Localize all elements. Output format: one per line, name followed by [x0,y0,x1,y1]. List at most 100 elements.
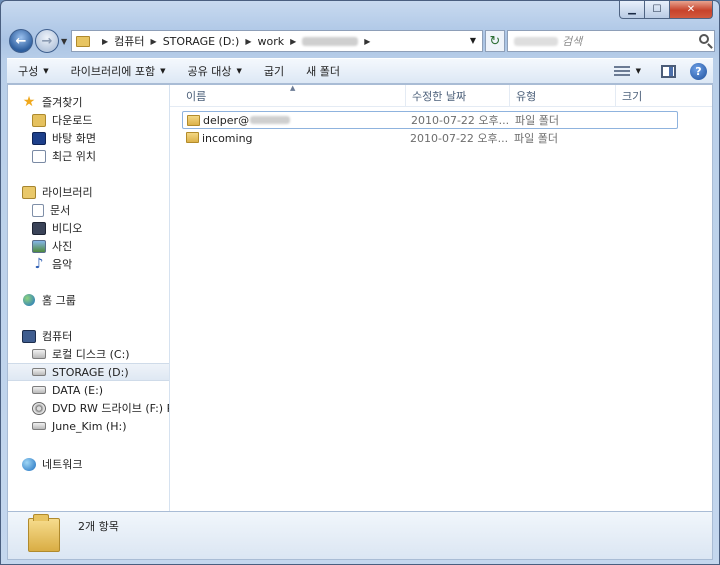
explorer-window: ▁ ☐ ✕ ← → ▼ ▶ 컴퓨터 ▶ STORAGE (D:) ▶ work … [0,0,720,565]
nav-drive-e[interactable]: DATA (E:) [32,381,169,399]
chevron-down-icon: ▼ [160,67,166,75]
column-name[interactable]: 이름 [180,85,406,107]
file-list[interactable]: ▲ 이름 수정한 날짜 유형 크기 delper@ 2010-07-22 오후.… [170,84,712,511]
document-icon [32,203,44,217]
libraries-icon [22,185,36,199]
nav-label: 문서 [50,204,71,217]
redacted-breadcrumb[interactable] [302,36,359,46]
star-icon: ★ [22,94,36,110]
help-icon[interactable]: ? [690,62,707,80]
main-panes: ★ 즐겨찾기 다운로드 바탕 화면 최근 위치 라이브러리 문서 비디오 사진 ♪… [7,84,713,512]
computer-icon [22,329,36,343]
nav-label: 비디오 [52,222,83,235]
navigation-bar: ← → ▼ ▶ 컴퓨터 ▶ STORAGE (D:) ▶ work ▶ ▶ ▼ … [7,27,715,55]
views-icon[interactable] [613,66,630,76]
chevron-right-icon[interactable]: ▶ [102,37,108,46]
close-button[interactable]: ✕ [670,1,713,19]
nav-recent[interactable]: 최근 위치 [32,147,169,165]
navigation-pane[interactable]: ★ 즐겨찾기 다운로드 바탕 화면 최근 위치 라이브러리 문서 비디오 사진 ♪… [8,85,170,511]
new-folder-button[interactable]: 새 폴더 [295,59,351,83]
minimize-button[interactable]: ▁ [619,1,645,19]
chevron-down-icon: ▼ [43,67,49,75]
file-modified: 2010-07-22 오후... [411,114,510,127]
hard-drive-icon [32,368,46,376]
maximize-button[interactable]: ☐ [645,1,670,19]
back-button[interactable]: ← [9,29,33,53]
breadcrumb-storage[interactable]: STORAGE (D:) [163,35,240,48]
chevron-right-icon[interactable]: ▶ [364,37,370,46]
file-name-text: delper@ [203,113,250,127]
column-modified[interactable]: 수정한 날짜 [406,85,510,107]
refresh-button[interactable]: ↻ [485,30,505,52]
dvd-drive-icon [32,401,46,415]
nav-label: 로컬 디스크 (C:) [52,348,130,361]
chevron-down-icon[interactable]: ▼ [636,67,641,75]
folder-icon [76,35,90,47]
breadcrumb-computer[interactable]: 컴퓨터 [114,33,144,49]
item-count: 2개 항목 [78,520,119,533]
toolbar-right: ▼ ? [613,59,713,83]
picture-icon [32,239,46,253]
share-button[interactable]: 공유 대상 ▼ [177,59,253,83]
nav-drive-d[interactable]: STORAGE (D:) [8,363,169,381]
nav-label: DATA (E:) [52,383,104,397]
chevron-down-icon[interactable]: ▼ [470,36,476,45]
search-icon[interactable] [699,34,709,44]
burn-button[interactable]: 굽기 [253,59,295,83]
column-size[interactable]: 크기 [616,85,716,107]
organize-button[interactable]: 구성 ▼ [7,59,60,83]
nav-label: DVD RW 드라이브 (F:) RI [52,402,170,415]
nav-desktop[interactable]: 바탕 화면 [32,129,169,147]
redacted-name [250,115,291,124]
nav-label: STORAGE (D:) [52,365,129,379]
forward-button[interactable]: → [35,29,59,53]
recent-pages-dropdown[interactable]: ▼ [61,37,67,46]
nav-drive-f[interactable]: DVD RW 드라이브 (F:) RI [32,399,170,417]
folder-icon [187,115,200,126]
nav-label: 바탕 화면 [52,132,96,145]
recent-places-icon [32,149,46,163]
redacted-search-scope [514,36,558,46]
file-row[interactable]: incoming 2010-07-22 오후... 파일 폴더 [182,129,678,147]
file-type: 파일 폴더 [514,132,558,145]
hard-drive-icon [32,386,46,394]
search-input[interactable]: 검색 [507,30,715,52]
nav-downloads[interactable]: 다운로드 [32,111,169,129]
nav-libraries[interactable]: 라이브러리 [22,183,169,201]
nav-favorites[interactable]: ★ 즐겨찾기 [22,93,169,111]
system-drive-icon [32,349,46,359]
file-row[interactable]: delper@ 2010-07-22 오후... 파일 폴더 [182,111,678,129]
include-library-button[interactable]: 라이브러리에 포함 ▼ [60,59,177,83]
nav-network[interactable]: 네트워크 [22,455,169,473]
column-header: ▲ 이름 수정한 날짜 유형 크기 [170,84,712,107]
nav-drive-c[interactable]: 로컬 디스크 (C:) [32,345,169,363]
nav-music[interactable]: ♪ 음악 [32,255,169,273]
column-type[interactable]: 유형 [510,85,616,107]
details-pane: 2개 항목 [7,512,713,560]
nav-documents[interactable]: 문서 [32,201,169,219]
preview-pane-icon[interactable] [661,64,676,78]
nav-videos[interactable]: 비디오 [32,219,169,237]
nav-label: 음악 [52,258,73,271]
chevron-right-icon[interactable]: ▶ [151,37,157,46]
file-modified: 2010-07-22 오후... [410,132,509,145]
desktop-icon [32,131,46,145]
organize-label: 구성 [18,65,39,78]
file-name: incoming [202,131,253,145]
breadcrumb-work[interactable]: work [257,35,284,48]
nav-label: 즐겨찾기 [42,96,83,109]
include-library-label: 라이브러리에 포함 [70,65,156,78]
downloads-folder-icon [32,113,46,127]
search-placeholder: 검색 [562,35,583,48]
nav-computer[interactable]: 컴퓨터 [22,327,169,345]
nav-homegroup[interactable]: 홈 그룹 [22,291,169,309]
homegroup-icon [22,294,36,307]
folder-icon [28,514,60,552]
nav-label: 홈 그룹 [42,294,76,307]
nav-drive-h[interactable]: June_Kim (H:) [32,417,169,435]
nav-label: 컴퓨터 [42,330,73,343]
chevron-right-icon[interactable]: ▶ [245,37,251,46]
nav-pictures[interactable]: 사진 [32,237,169,255]
address-bar[interactable]: ▶ 컴퓨터 ▶ STORAGE (D:) ▶ work ▶ ▶ ▼ [71,30,483,52]
chevron-right-icon[interactable]: ▶ [290,37,296,46]
